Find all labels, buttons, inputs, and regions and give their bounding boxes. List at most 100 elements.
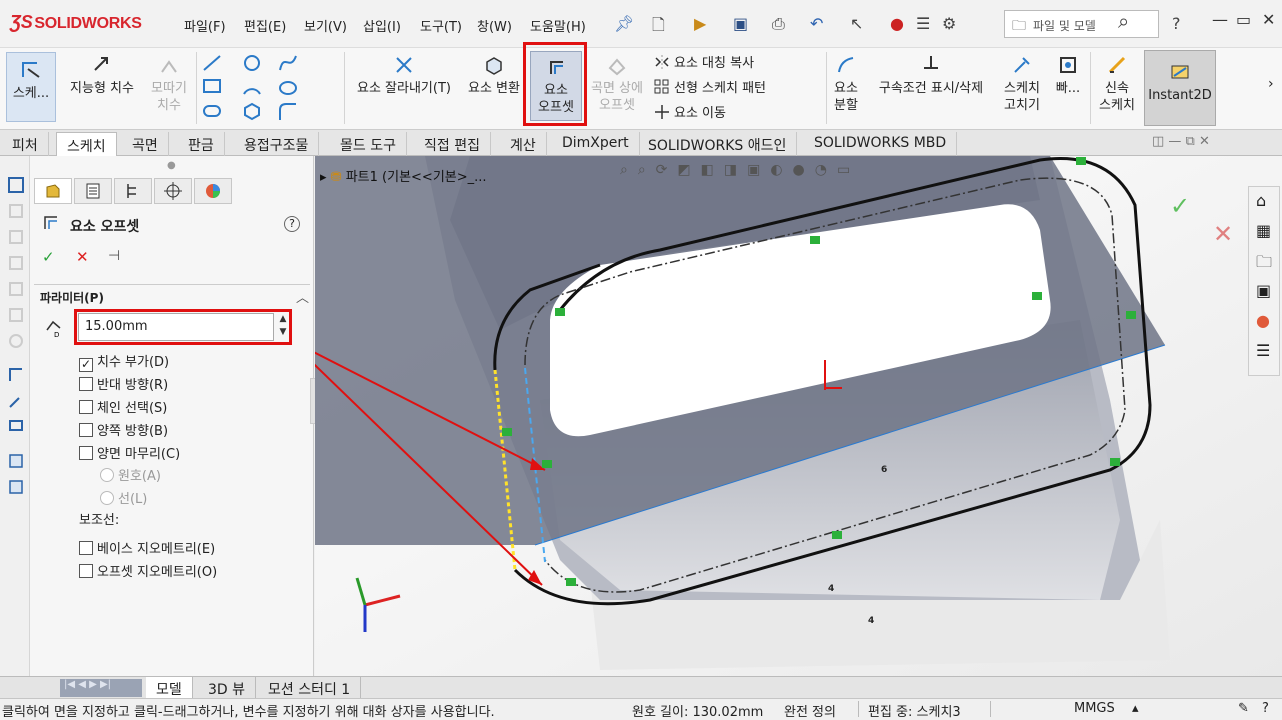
new-file-icon[interactable]: 🗋 bbox=[652, 14, 665, 41]
search-icon[interactable]: ⌕ bbox=[1118, 9, 1129, 33]
tab-surfaces[interactable]: 곡면 bbox=[122, 132, 169, 156]
tab-weldments[interactable]: 용접구조물 bbox=[234, 132, 320, 156]
pin-icon[interactable]: 📌︎ bbox=[614, 14, 634, 33]
tab-solidworks-addins[interactable]: SOLIDWORKS 애드인 bbox=[638, 132, 798, 156]
view-palette-icon[interactable]: ▣ bbox=[1256, 281, 1271, 300]
arc-icon[interactable] bbox=[243, 88, 261, 95]
chamfer-dimension-button[interactable]: 모따기 치수 bbox=[144, 54, 194, 114]
menu-file[interactable]: 파일(F) bbox=[184, 16, 226, 35]
tab-sheet-metal[interactable]: 판금 bbox=[178, 132, 225, 156]
tab-sketch[interactable]: 스케치 bbox=[56, 132, 117, 156]
revolve-cut-icon[interactable] bbox=[7, 332, 25, 350]
restore-doc-icon[interactable]: ◫ — ⧉ ✕ bbox=[1152, 134, 1210, 149]
appearances-icon[interactable]: ● bbox=[1256, 311, 1270, 330]
select-chain-checkbox[interactable]: 체인 선택(S) bbox=[79, 397, 167, 416]
tab-model[interactable]: 모델 bbox=[146, 677, 193, 699]
tab-features[interactable]: 피처 bbox=[2, 132, 49, 156]
circle-icon[interactable] bbox=[244, 55, 260, 71]
move-entities-button[interactable]: 요소 이동 bbox=[654, 102, 726, 121]
options-gear-icon[interactable]: ⚙ bbox=[942, 14, 956, 33]
ellipse-icon[interactable] bbox=[279, 81, 297, 95]
search-input[interactable]: 파일 및 모델 bbox=[1004, 10, 1159, 38]
units-dropdown-icon[interactable]: ▴ bbox=[1132, 701, 1139, 716]
rectangle-icon[interactable] bbox=[203, 79, 221, 93]
property-manager-tab[interactable] bbox=[74, 178, 112, 204]
cut-icon[interactable] bbox=[7, 306, 25, 324]
graphics-area[interactable]: 0 2 6 4 4 4 2 X Y ▸ ⛃ 파트1 (기본<<기본>_... ⌕… bbox=[315, 156, 1282, 676]
smart-dimension-button[interactable]: 지능형 치수 bbox=[62, 54, 142, 97]
base-geometry-checkbox[interactable]: 베이스 지오메트리(E) bbox=[79, 538, 215, 557]
solidworks-logo[interactable]: ƷS SOLIDWORKS bbox=[10, 12, 142, 33]
offset-geometry-checkbox[interactable]: 오프셋 지오메트리(O) bbox=[79, 561, 217, 580]
tab-scroll-arrows[interactable]: |◀ ◀ ▶ ▶| bbox=[60, 679, 142, 697]
menu-tools[interactable]: 도구(T) bbox=[420, 16, 462, 35]
polygon-icon[interactable] bbox=[244, 102, 260, 121]
reverse-checkbox[interactable]: 반대 방향(R) bbox=[79, 374, 168, 393]
tab-3d-view[interactable]: 3D 뷰 bbox=[198, 677, 257, 699]
custom-properties-icon[interactable]: ☰ bbox=[1256, 341, 1270, 360]
linear-pattern-button[interactable]: 선형 스케치 패턴 bbox=[654, 77, 766, 96]
tab-dimxpert[interactable]: DimXpert bbox=[552, 132, 640, 156]
sketch-button[interactable]: 스케... bbox=[6, 52, 56, 122]
rapid-sketch-button[interactable]: 신속 스케치 bbox=[1094, 54, 1140, 114]
print-icon[interactable]: ⎙ bbox=[772, 14, 785, 34]
convert-entities-button[interactable]: 요소 변환 bbox=[462, 54, 526, 97]
file-explorer-icon[interactable]: 🗀 bbox=[1256, 251, 1272, 278]
display-icon[interactable] bbox=[7, 418, 25, 436]
sketch-tool-icon[interactable] bbox=[7, 176, 25, 194]
design-library-icon[interactable]: ▦ bbox=[1256, 221, 1271, 240]
pushpin-icon[interactable]: ⊣ bbox=[108, 248, 120, 264]
feature-manager-tab[interactable] bbox=[34, 178, 72, 204]
collapse-chevron-icon[interactable]: ︿ bbox=[296, 287, 309, 306]
dimxpert-tab[interactable] bbox=[154, 178, 192, 204]
ribbon-more-icon[interactable]: › bbox=[1268, 76, 1274, 92]
menu-view[interactable]: 보기(V) bbox=[304, 16, 347, 35]
tab-evaluate[interactable]: 계산 bbox=[500, 132, 547, 156]
display-delete-relations-button[interactable]: 구속조건 표시/삭제 bbox=[868, 54, 994, 97]
tab-direct-editing[interactable]: 직접 편집 bbox=[414, 132, 491, 156]
configuration-manager-tab[interactable] bbox=[114, 178, 152, 204]
minimize-button[interactable]: — bbox=[1212, 10, 1228, 29]
save-icon[interactable]: ▣ bbox=[733, 14, 748, 33]
help-icon[interactable]: ? bbox=[284, 216, 300, 232]
rebuild-icon[interactable]: ● bbox=[890, 14, 904, 33]
bidirectional-checkbox[interactable]: 양쪽 방향(B) bbox=[79, 420, 168, 439]
add-dimensions-checkbox[interactable]: ✓ 치수 부가(D) bbox=[79, 351, 169, 372]
menu-edit[interactable]: 편집(E) bbox=[244, 16, 286, 35]
menu-window[interactable]: 창(W) bbox=[477, 16, 512, 35]
expand-arrow-icon[interactable]: ▸ bbox=[320, 170, 327, 185]
sweep-icon[interactable] bbox=[7, 254, 25, 272]
maximize-button[interactable]: ▭ bbox=[1236, 10, 1251, 29]
menu-insert[interactable]: 삽입(I) bbox=[363, 16, 401, 35]
close-button[interactable]: ✕ bbox=[1262, 10, 1275, 29]
sketch-edit-icon[interactable] bbox=[7, 366, 25, 384]
home-icon[interactable]: ⌂ bbox=[1256, 191, 1266, 210]
mirror-entities-button[interactable]: 요소 대칭 복사 bbox=[654, 52, 754, 71]
confirm-check-icon[interactable]: ✓ bbox=[1170, 192, 1190, 220]
display-manager-tab[interactable] bbox=[194, 178, 232, 204]
revolve-icon[interactable] bbox=[7, 228, 25, 246]
repair-sketch-button[interactable]: 스케치 고치기 bbox=[998, 54, 1046, 114]
cap-lines-radio[interactable]: 선(L) bbox=[100, 488, 147, 507]
spline-icon[interactable] bbox=[279, 55, 297, 71]
split-entities-button[interactable]: 요소 분할 bbox=[828, 54, 864, 114]
trim-entities-button[interactable]: 요소 잘라내기(T) bbox=[352, 54, 456, 97]
cap-ends-checkbox[interactable]: 양면 마무리(C) bbox=[79, 443, 180, 462]
offset-on-surface-button[interactable]: 곡면 상에 오프셋 bbox=[586, 54, 648, 114]
cap-arcs-radio[interactable]: 원호(A) bbox=[100, 465, 161, 484]
feature-tree-flyout[interactable]: ▸ ⛃ 파트1 (기본<<기본>_... bbox=[320, 166, 487, 185]
help-icon[interactable]: ? bbox=[1172, 14, 1181, 33]
block-icon[interactable] bbox=[7, 478, 25, 496]
tab-solidworks-mbd[interactable]: SOLIDWORKS MBD bbox=[804, 132, 958, 156]
panel-grip-icon[interactable]: ● bbox=[167, 160, 176, 171]
ok-check-icon[interactable]: ✓ bbox=[42, 248, 55, 266]
line-icon[interactable] bbox=[203, 55, 221, 71]
tab-mold-tools[interactable]: 몰드 도구 bbox=[330, 132, 407, 156]
fillet-icon[interactable] bbox=[279, 103, 296, 120]
repair-icon[interactable] bbox=[7, 392, 25, 410]
help-icon[interactable]: ? bbox=[1262, 701, 1269, 716]
file-properties-icon[interactable]: ☰ bbox=[916, 14, 930, 33]
layer-icon[interactable] bbox=[7, 452, 25, 470]
heads-up-view-toolbar[interactable]: ⌕⌕⟳◩◧◨▣◐●◔▭ bbox=[620, 162, 1000, 186]
slot-icon[interactable] bbox=[203, 105, 221, 117]
